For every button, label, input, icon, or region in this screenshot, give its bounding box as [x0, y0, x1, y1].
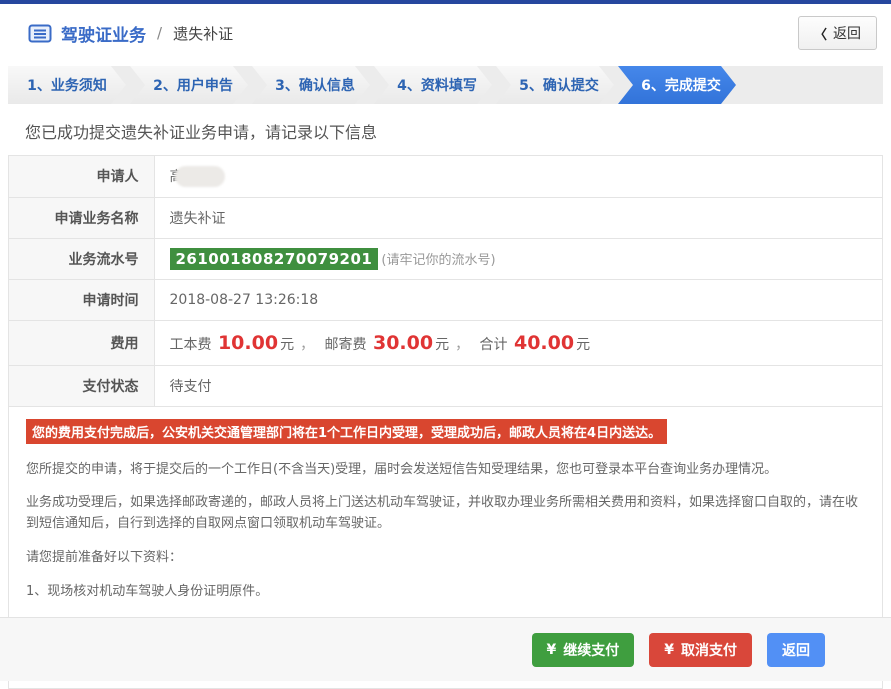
status-value: 待支付 [154, 365, 882, 406]
cancel-payment-button[interactable]: ¥ 取消支付 [649, 633, 752, 667]
fee-separator: ， [300, 337, 314, 353]
row-applicant: 申请人 高 [9, 156, 882, 197]
step-label: 6、完成提交 [641, 75, 721, 95]
step-5-confirm-submit[interactable]: 5、确认提交 [496, 66, 614, 104]
page-header: 驾驶证业务 / 遗失补证 〈 返回 [0, 4, 891, 62]
status-label: 支付状态 [9, 365, 154, 406]
note-paragraph: 您所提交的申请，将于提交后的一个工作日(不含当天)受理，届时会发送短信告知受理结… [26, 460, 865, 481]
applicant-value: 高 [154, 156, 882, 197]
row-serial-number: 业务流水号 261001808270079201(请牢记你的流水号) [9, 238, 882, 279]
fee-value-cell: 工本费 10.00元， 邮寄费 30.00元， 合计 40.00元 [154, 320, 882, 365]
chevron-left-icon: 〈 [814, 24, 827, 43]
row-apply-time: 申请时间 2018-08-27 13:26:18 [9, 279, 882, 320]
step-4-fill-data[interactable]: 4、资料填写 [374, 66, 492, 104]
application-info-table: 申请人 高 申请业务名称 遗失补证 业务流水号 2610018082700792… [9, 156, 882, 407]
breadcrumb: 驾驶证业务 / 遗失补证 [28, 21, 233, 46]
step-progress-bar: 1、业务须知 2、用户申告 3、确认信息 4、资料填写 5、确认提交 6、完成提… [8, 66, 883, 104]
note-paragraph: 业务成功受理后，如果选择邮政寄递的，邮政人员将上门送达机动车驾驶证，并收取办理业… [26, 493, 865, 535]
continue-payment-button[interactable]: ¥ 继续支付 [532, 633, 635, 667]
footer-back-label: 返回 [782, 640, 810, 660]
step-label: 4、资料填写 [397, 75, 477, 95]
result-panel: 申请人 高 申请业务名称 遗失补证 业务流水号 2610018082700792… [8, 155, 883, 689]
fee-item1-amount: 10.00 [218, 332, 278, 354]
breadcrumb-separator: / [157, 24, 162, 42]
row-pay-status: 支付状态 待支付 [9, 365, 882, 406]
fee-item1-label: 工本费 [170, 337, 212, 353]
footer-back-button[interactable]: 返回 [767, 633, 825, 667]
serial-label: 业务流水号 [9, 238, 154, 279]
yuan-icon: ¥ [547, 642, 557, 658]
form-list-icon [28, 24, 52, 43]
fee-unit: 元 [280, 337, 294, 353]
yuan-icon: ¥ [664, 642, 674, 658]
applicant-label: 申请人 [9, 156, 154, 197]
step-1-business-notice[interactable]: 1、业务须知 [8, 66, 126, 104]
step-2-user-declaration[interactable]: 2、用户申告 [130, 66, 248, 104]
serial-number-badge: 261001808270079201 [170, 248, 379, 270]
fee-total-amount: 40.00 [514, 332, 574, 354]
fee-unit: 元 [576, 337, 590, 353]
row-fee: 费用 工本费 10.00元， 邮寄费 30.00元， 合计 40.00元 [9, 320, 882, 365]
row-service-name: 申请业务名称 遗失补证 [9, 197, 882, 238]
note-paragraph: 请您提前准备好以下资料： [26, 548, 865, 569]
time-label: 申请时间 [9, 279, 154, 320]
service-value: 遗失补证 [154, 197, 882, 238]
step-6-complete-submit: 6、完成提交 [618, 66, 736, 104]
success-message: 您已成功提交遗失补证业务申请，请记录以下信息 [25, 119, 891, 143]
redaction-blur [175, 166, 225, 187]
service-label: 申请业务名称 [9, 197, 154, 238]
payment-notice-banner: 您的费用支付完成后，公安机关交通管理部门将在1个工作日内受理，受理成功后，邮政人… [26, 419, 667, 444]
header-back-label: 返回 [833, 23, 861, 43]
serial-value-cell: 261001808270079201(请牢记你的流水号) [154, 238, 882, 279]
fee-label: 费用 [9, 320, 154, 365]
fee-item2-amount: 30.00 [373, 332, 433, 354]
step-label: 3、确认信息 [275, 75, 355, 95]
step-label: 1、业务须知 [27, 75, 107, 95]
page-subtitle: 遗失补证 [173, 23, 233, 44]
time-value: 2018-08-27 13:26:18 [154, 279, 882, 320]
fee-item2-label: 邮寄费 [325, 337, 367, 353]
fee-unit: 元 [435, 337, 449, 353]
fee-total-label: 合计 [480, 337, 508, 353]
note-paragraph: 1、现场核对机动车驾驶人身份证明原件。 [26, 582, 865, 603]
header-back-button[interactable]: 〈 返回 [798, 16, 877, 50]
serial-hint: (请牢记你的流水号) [381, 253, 495, 268]
cancel-payment-label: 取消支付 [681, 640, 737, 660]
page-title: 驾驶证业务 [61, 21, 146, 46]
fee-separator: ， [455, 337, 469, 353]
step-label: 2、用户申告 [153, 75, 233, 95]
footer-action-bar: ¥ 继续支付 ¥ 取消支付 返回 [0, 617, 891, 681]
continue-payment-label: 继续支付 [563, 640, 619, 660]
step-label: 5、确认提交 [519, 75, 599, 95]
step-3-confirm-info[interactable]: 3、确认信息 [252, 66, 370, 104]
